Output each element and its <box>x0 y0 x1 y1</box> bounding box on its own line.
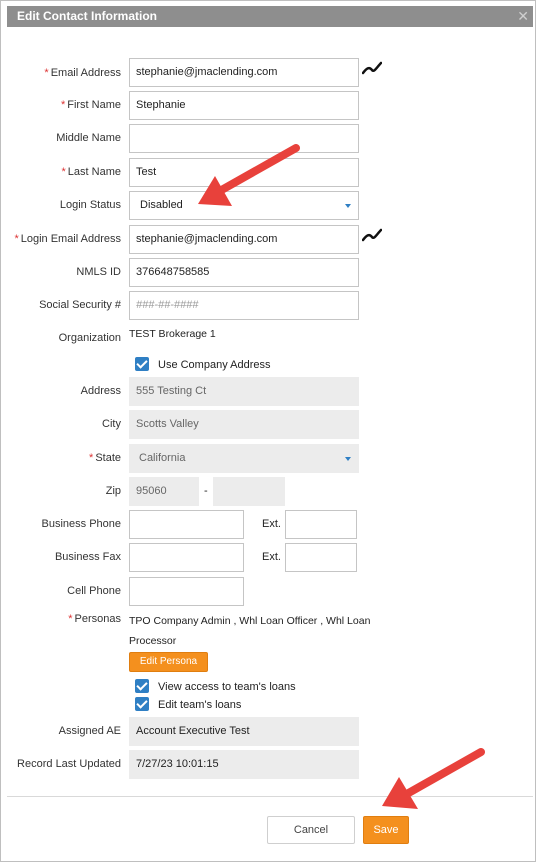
email-field[interactable]: stephanie@jmaclending.com <box>129 58 359 87</box>
chevron-down-icon <box>345 204 351 208</box>
login-email-label: * Login Email Address <box>14 233 121 245</box>
edit-teams-loans-label: Edit team's loans <box>158 699 242 711</box>
cell-phone-label: Cell Phone <box>67 585 121 597</box>
assigned-ae-label: Assigned AE <box>58 725 121 737</box>
ssn-placeholder: ###-##-#### <box>136 299 199 311</box>
nmls-id-field[interactable]: 376648758585 <box>129 258 359 287</box>
city-label: City <box>102 418 121 430</box>
record-last-updated-label: Record Last Updated <box>17 758 121 770</box>
dialog-title-bar: Edit Contact Information ✕ <box>7 6 533 27</box>
view-access-label: View access to team's loans <box>158 681 296 693</box>
organization-value: TEST Brokerage 1 <box>129 328 216 340</box>
first-name-label: * First Name <box>60 99 121 111</box>
zip-separator: - <box>204 485 208 497</box>
business-phone-ext-field[interactable] <box>285 510 357 539</box>
address-label: Address <box>80 385 121 397</box>
footer-divider <box>7 796 533 797</box>
zip-ext-field <box>213 477 285 506</box>
cancel-button[interactable]: Cancel <box>267 816 355 844</box>
address-field: 555 Testing Ct <box>129 377 359 406</box>
last-name-field[interactable]: Test <box>129 158 359 187</box>
login-status-value: Disabled <box>140 199 183 211</box>
use-company-address-label: Use Company Address <box>158 359 271 371</box>
close-icon[interactable]: ✕ <box>517 6 529 26</box>
login-status-label: Login Status <box>59 199 121 211</box>
first-name-field[interactable]: Stephanie <box>129 91 359 120</box>
city-field: Scotts Valley <box>129 410 359 439</box>
assigned-ae-field: Account Executive Test <box>129 717 359 746</box>
middle-name-field[interactable] <box>129 124 359 153</box>
save-button[interactable]: Save <box>363 816 409 844</box>
chevron-down-icon <box>345 457 351 461</box>
state-label: * State <box>89 452 121 464</box>
nmls-id-label: NMLS ID <box>76 266 121 278</box>
personas-label: * Personas <box>68 613 121 625</box>
signature-icon <box>362 61 382 75</box>
state-select: California <box>129 444 359 473</box>
zip-label: Zip <box>105 485 121 497</box>
business-fax-ext-field[interactable] <box>285 543 357 572</box>
personas-value-line1: TPO Company Admin , Whl Loan Officer , W… <box>129 615 371 627</box>
signature-icon <box>362 228 382 242</box>
last-name-label: * Last Name <box>61 166 121 178</box>
zip-field: 95060 <box>129 477 199 506</box>
edit-persona-button[interactable]: Edit Persona <box>129 652 208 672</box>
business-phone-label: Business Phone <box>41 518 122 530</box>
edit-teams-loans-checkbox[interactable] <box>135 697 149 711</box>
business-phone-field[interactable] <box>129 510 244 539</box>
business-fax-field[interactable] <box>129 543 244 572</box>
login-status-select[interactable]: Disabled <box>129 191 359 220</box>
cell-phone-field[interactable] <box>129 577 244 606</box>
email-label: * Email Address <box>44 67 121 79</box>
record-last-updated-field: 7/27/23 10:01:15 <box>129 750 359 779</box>
business-fax-ext-label: Ext. <box>262 551 281 563</box>
login-email-field[interactable]: stephanie@jmaclending.com <box>129 225 359 254</box>
view-access-checkbox[interactable] <box>135 679 149 693</box>
middle-name-label: Middle Name <box>56 132 121 144</box>
organization-label: Organization <box>58 332 121 344</box>
dialog-frame: Edit Contact Information ✕ * Email Addres… <box>0 0 536 862</box>
dialog-title: Edit Contact Information <box>17 9 157 23</box>
ssn-field[interactable]: ###-##-#### <box>129 291 359 320</box>
business-fax-label: Business Fax <box>54 551 121 563</box>
ssn-label: Social Security # <box>39 299 121 311</box>
use-company-address-checkbox[interactable] <box>135 357 149 371</box>
state-value: California <box>139 452 186 464</box>
business-phone-ext-label: Ext. <box>262 518 281 530</box>
personas-value-line2: Processor <box>129 635 177 647</box>
